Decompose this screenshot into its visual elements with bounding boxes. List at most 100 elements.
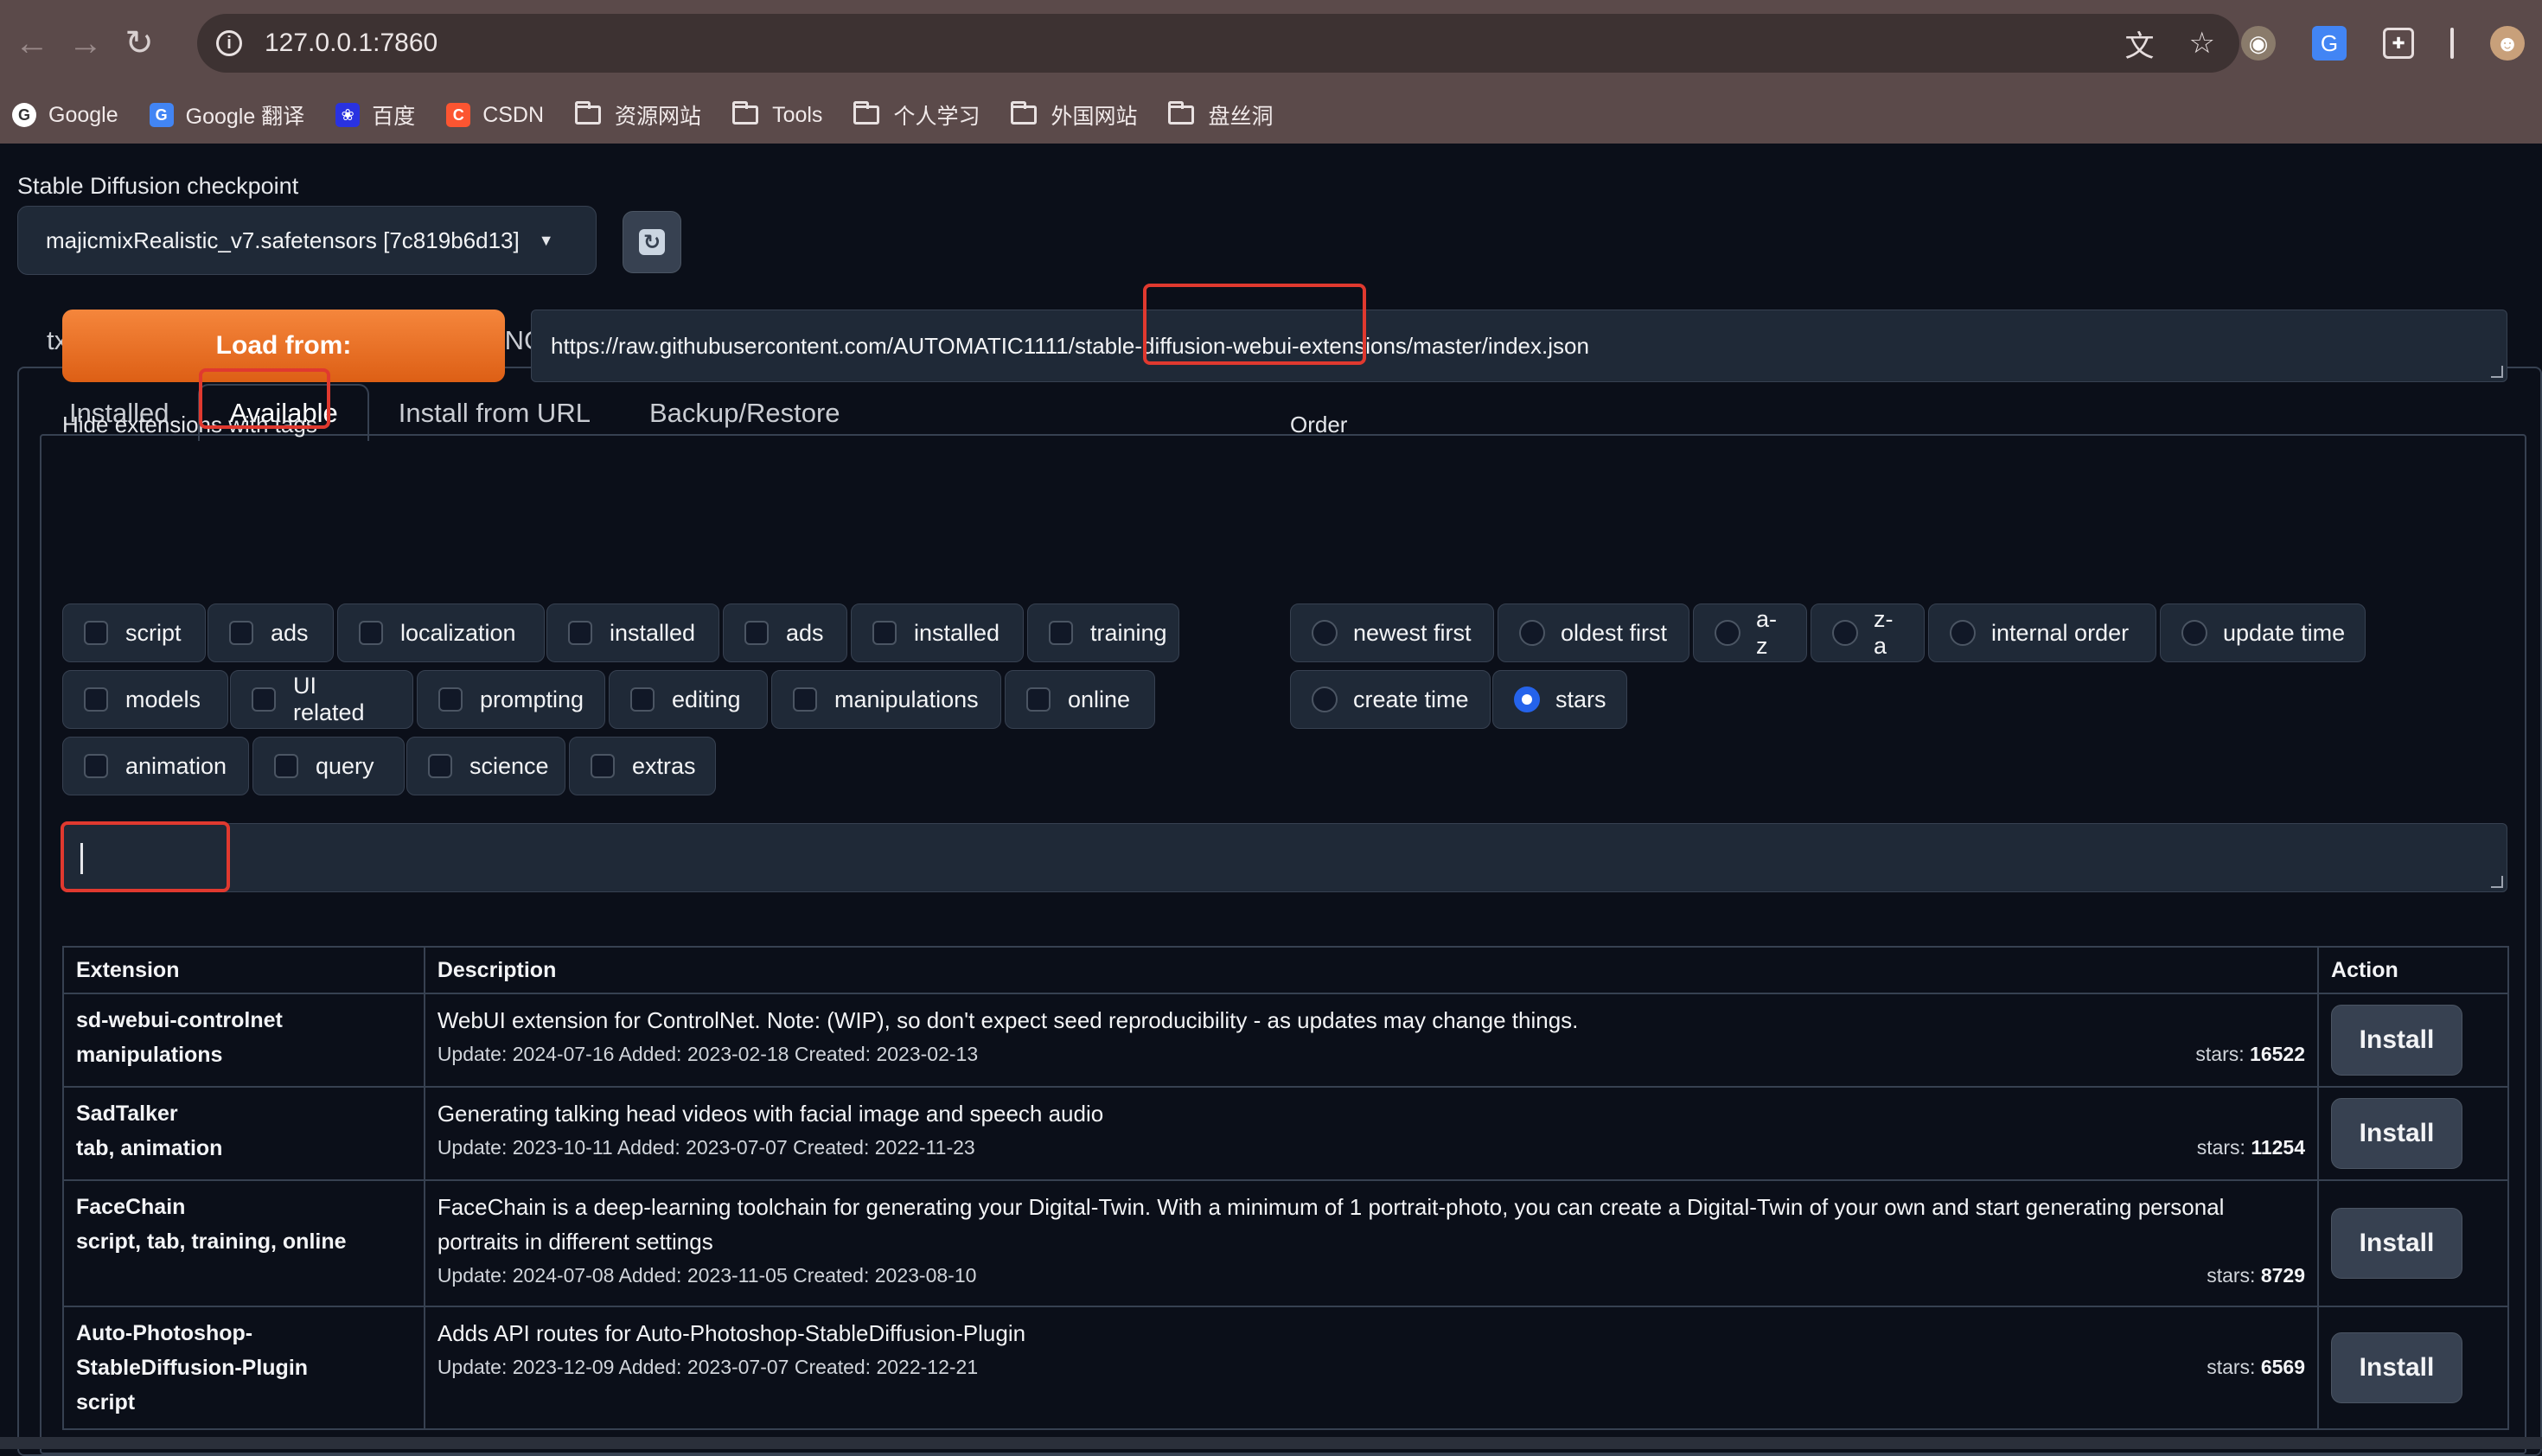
radio-button[interactable] — [1514, 686, 1540, 712]
bookmark-item[interactable]: G Google — [12, 103, 118, 128]
forward-arrow-icon[interactable]: → — [64, 17, 107, 69]
install-button[interactable]: Install — [2331, 1208, 2463, 1279]
extension-owl-icon[interactable]: ◉ — [2241, 26, 2276, 61]
checkbox-box[interactable] — [1049, 621, 1073, 645]
checkbox-box[interactable] — [438, 687, 463, 712]
order-radio-create-time[interactable]: create time — [1290, 670, 1491, 729]
bookmark-item[interactable]: G Google 翻译 — [149, 99, 304, 131]
radio-button[interactable] — [1950, 620, 1976, 646]
checkbox-box[interactable] — [744, 621, 769, 645]
order-radio-newest-first[interactable]: newest first — [1290, 603, 1494, 662]
profile-avatar-icon[interactable]: ☻ — [2490, 26, 2525, 61]
extension-stars: stars: 11254 — [2197, 1131, 2305, 1164]
radio-button[interactable] — [1715, 620, 1740, 646]
order-radio-z-a[interactable]: z-a — [1811, 603, 1925, 662]
order-radio-internal-order[interactable]: internal order — [1928, 603, 2156, 662]
checkpoint-dropdown[interactable]: majicmixRealistic_v7.safetensors [7c819b… — [17, 206, 597, 275]
checkbox-box[interactable] — [84, 621, 108, 645]
tag-checkbox-extras[interactable]: extras — [569, 737, 716, 795]
radio-button[interactable] — [1832, 620, 1858, 646]
extension-translate-icon[interactable]: G — [2312, 26, 2347, 61]
tag-label: models — [125, 686, 201, 712]
header-action: Action — [2317, 946, 2509, 994]
bookmark-label: Tools — [772, 102, 823, 127]
tag-checkbox-science[interactable]: science — [406, 737, 565, 795]
bookmark-item[interactable]: 外国网站 — [1011, 99, 1137, 131]
checkbox-box[interactable] — [568, 621, 592, 645]
install-button[interactable]: Install — [2331, 1098, 2463, 1169]
tag-checkbox-installed[interactable]: installed — [546, 603, 719, 662]
resize-grip-icon[interactable] — [2491, 366, 2503, 378]
extension-search-input[interactable] — [62, 823, 2507, 892]
bookmark-item[interactable]: 资源网站 — [575, 99, 701, 131]
bookmark-item[interactable]: C CSDN — [446, 103, 544, 128]
tag-checkbox-models[interactable]: models — [62, 670, 228, 729]
order-radio-oldest-first[interactable]: oldest first — [1498, 603, 1689, 662]
tag-checkbox-ads[interactable]: ads — [208, 603, 334, 662]
radio-button[interactable] — [1519, 620, 1545, 646]
tag-checkbox-training[interactable]: training — [1027, 603, 1179, 662]
checkbox-box[interactable] — [872, 621, 897, 645]
install-button[interactable]: Install — [2331, 1005, 2463, 1076]
order-radio-update-time[interactable]: update time — [2160, 603, 2366, 662]
tag-checkbox-animation[interactable]: animation — [62, 737, 249, 795]
checkbox-box[interactable] — [1026, 687, 1051, 712]
install-button[interactable]: Install — [2331, 1332, 2463, 1403]
radio-button[interactable] — [2181, 620, 2207, 646]
extension-name-link[interactable]: SadTalker — [76, 1096, 412, 1131]
address-bar[interactable]: i 127.0.0.1:7860 文 ☆ — [197, 14, 2239, 73]
checkbox-box[interactable] — [274, 754, 298, 778]
tag-checkbox-online[interactable]: online — [1005, 670, 1155, 729]
refresh-checkpoint-button[interactable]: ↻ — [623, 211, 681, 273]
order-label-text: update time — [2223, 619, 2346, 646]
checkbox-box[interactable] — [793, 687, 817, 712]
address-url[interactable]: 127.0.0.1:7860 — [265, 29, 438, 58]
bookmark-item[interactable]: 个人学习 — [853, 99, 980, 131]
subtab-install-from-url[interactable]: Install from URL — [369, 386, 620, 441]
description-cell: FaceChain is a deep-learning toolchain f… — [423, 1179, 2320, 1307]
extension-dates: Update: 2023-12-09 Added: 2023-07-07 Cre… — [437, 1356, 979, 1378]
checkbox-box[interactable] — [84, 754, 108, 778]
back-arrow-icon[interactable]: ← — [10, 17, 54, 69]
stars-count: 11254 — [2251, 1136, 2306, 1159]
checkbox-box[interactable] — [630, 687, 655, 712]
tag-checkbox-manipulations[interactable]: manipulations — [771, 670, 1001, 729]
index-url-input[interactable]: https://raw.githubusercontent.com/AUTOMA… — [531, 310, 2507, 382]
load-from-button[interactable]: Load from: — [62, 310, 505, 382]
checkbox-box[interactable] — [359, 621, 383, 645]
checkbox-box[interactable] — [591, 754, 615, 778]
translate-page-icon[interactable]: 文 — [2125, 22, 2155, 65]
bookmark-item[interactable]: 盘丝洞 — [1168, 99, 1273, 131]
radio-button[interactable] — [1312, 620, 1338, 646]
action-cell: Install — [2317, 1086, 2509, 1181]
tag-checkbox-prompting[interactable]: prompting — [417, 670, 605, 729]
checkbox-box[interactable] — [84, 687, 108, 712]
extension-name-link[interactable]: FaceChain — [76, 1190, 412, 1224]
radio-button[interactable] — [1312, 686, 1338, 712]
extension-name-link[interactable]: Auto-Photoshop-StableDiffusion-Plugin — [76, 1316, 412, 1385]
order-radio-stars[interactable]: stars — [1492, 670, 1627, 729]
extensions-puzzle-icon[interactable]: ✚ — [2383, 28, 2414, 59]
extension-name-link[interactable]: sd-webui-controlnet — [76, 1003, 412, 1038]
tag-checkbox-localization[interactable]: localization — [337, 603, 545, 662]
tag-checkbox-script[interactable]: script — [62, 603, 206, 662]
tag-checkbox-installed[interactable]: installed — [851, 603, 1024, 662]
bookmark-item[interactable]: ❀ 百度 — [335, 99, 415, 131]
order-radio-a-z[interactable]: a-z — [1693, 603, 1807, 662]
tag-checkbox-editing[interactable]: editing — [609, 670, 768, 729]
extension-dates: Update: 2023-10-11 Added: 2023-07-07 Cre… — [437, 1136, 975, 1159]
checkbox-box[interactable] — [428, 754, 452, 778]
checkbox-box[interactable] — [252, 687, 276, 712]
description-cell: Generating talking head videos with faci… — [423, 1086, 2320, 1181]
site-info-icon[interactable]: i — [216, 30, 242, 56]
checkbox-box[interactable] — [229, 621, 253, 645]
tag-checkbox-query[interactable]: query — [252, 737, 405, 795]
subtab-backup-restore[interactable]: Backup/Restore — [620, 386, 870, 441]
tag-checkbox-ui-related[interactable]: UI related — [230, 670, 413, 729]
refresh-icon: ↻ — [639, 229, 665, 255]
reload-icon[interactable]: ↻ — [118, 17, 161, 69]
bookmark-star-icon[interactable]: ☆ — [2189, 26, 2215, 61]
bookmark-item[interactable]: Tools — [732, 101, 823, 128]
tag-checkbox-ads[interactable]: ads — [723, 603, 847, 662]
resize-grip-icon[interactable] — [2491, 876, 2503, 888]
